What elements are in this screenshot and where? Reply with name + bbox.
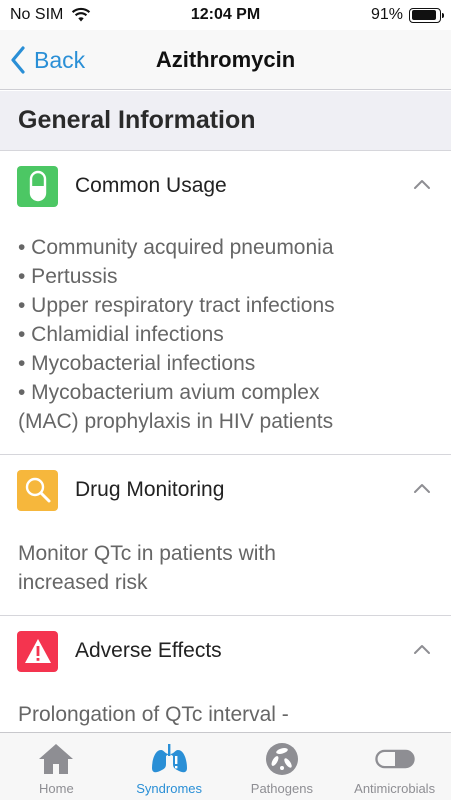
accordion-label: Adverse Effects [75, 639, 222, 662]
lungs-icon [149, 740, 189, 778]
usage-line: • Chlamidial infections [18, 323, 224, 346]
battery-percent: 91% [370, 6, 403, 23]
accordion-label: Common Usage [75, 174, 227, 197]
house-icon [36, 740, 76, 778]
page-title: Azithromycin [155, 47, 296, 72]
pathogen-icon [262, 740, 302, 778]
accordion-body-drug-monitoring: Monitor QTc in patients with increased r… [0, 525, 451, 615]
adverse-line: Prolongation of QTc interval - [18, 703, 289, 726]
accordion-label: Drug Monitoring [75, 478, 225, 501]
section-header: General Information [0, 91, 451, 151]
tab-label: Syndromes [136, 781, 202, 796]
tab-label: Antimicrobials [354, 781, 436, 796]
content-scroll[interactable]: General Information Common Usage • Commu… [0, 91, 451, 732]
status-bar: No SIM 12:04 PM 91% [0, 0, 451, 30]
accordion-drug-monitoring: Drug Monitoring Monitor QTc in patients … [0, 455, 451, 616]
battery-fill [411, 10, 437, 20]
usage-line: • Pertussis [18, 265, 118, 288]
navigation-bar: Back Azithromycin [0, 30, 451, 90]
warning-icon [17, 630, 58, 672]
chevron-up-icon[interactable] [413, 179, 431, 190]
capsule-icon [374, 740, 415, 778]
tab-antimicrobials[interactable]: Antimicrobials [338, 733, 451, 800]
chevron-up-icon[interactable] [413, 644, 431, 655]
accordion-adverse-effects: Adverse Effects Prolongation of QTc inte… [0, 616, 451, 732]
accordion-body-adverse-effects: Prolongation of QTc interval - [0, 686, 451, 732]
accordion-header-common-usage[interactable]: Common Usage [0, 151, 451, 221]
accordion-header-adverse-effects[interactable]: Adverse Effects [0, 616, 451, 686]
usage-line: • Upper respiratory tract infections [18, 294, 335, 317]
tab-label: Pathogens [250, 781, 313, 796]
usage-line: (MAC) prophylaxis in HIV patients [18, 410, 334, 433]
usage-line: • Mycobacterium avium complex [18, 381, 320, 404]
usage-line: • Community acquired pneumonia [18, 236, 334, 259]
monitoring-line: increased risk [18, 571, 148, 594]
magnifier-icon [17, 469, 58, 511]
pill-icon [17, 165, 58, 207]
tab-syndromes[interactable]: Syndromes [113, 733, 226, 800]
accordion-header-drug-monitoring[interactable]: Drug Monitoring [0, 455, 451, 525]
status-right: 91% [370, 6, 444, 24]
chevron-up-icon[interactable] [413, 483, 431, 494]
tab-bar: Home Syndromes Pathogens Antimicrobials [0, 732, 451, 800]
tab-label: Home [39, 781, 74, 796]
usage-line: • Mycobacterial infections [18, 352, 256, 375]
screen: No SIM 12:04 PM 91% Back Azithromycin Ge… [0, 0, 451, 800]
accordion-body-common-usage: • Community acquired pneumonia • Pertuss… [0, 221, 451, 454]
accordion-common-usage: Common Usage • Community acquired pneumo… [0, 151, 451, 455]
monitoring-line: Monitor QTc in patients with [18, 542, 276, 565]
battery-icon [409, 7, 444, 23]
tab-home[interactable]: Home [0, 733, 113, 800]
section-title: General Information [18, 106, 256, 134]
tab-pathogens[interactable]: Pathogens [226, 733, 339, 800]
